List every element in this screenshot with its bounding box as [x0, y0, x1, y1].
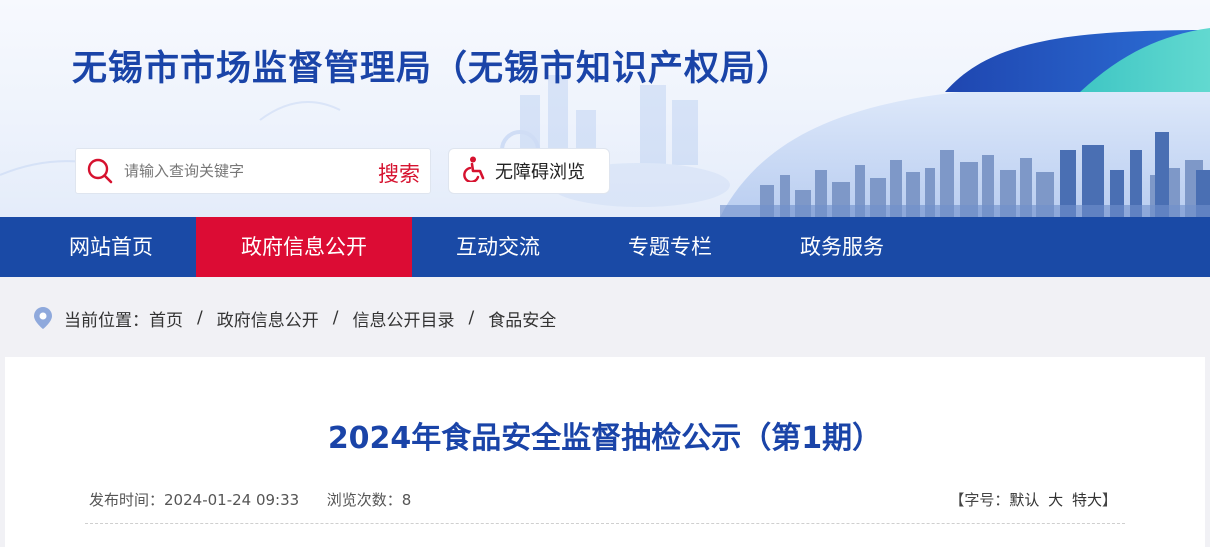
nav-item-home[interactable]: 网站首页	[66, 217, 156, 277]
views-count: 8	[401, 491, 412, 509]
breadcrumb-separator: /	[468, 308, 475, 328]
nav-item-services[interactable]: 政务服务	[796, 217, 888, 277]
nav-item-gov-info[interactable]: 政府信息公开	[196, 217, 412, 277]
breadcrumb-prefix: 当前位置：	[64, 310, 149, 331]
main-nav: 网站首页 政府信息公开 互动交流 专题专栏 政务服务	[0, 217, 1210, 277]
search-input[interactable]	[124, 151, 364, 191]
article-title: 2024年食品安全监督抽检公示（第1期）	[327, 421, 883, 456]
search-button[interactable]: 搜索	[378, 158, 420, 188]
meta-divider	[85, 523, 1125, 524]
breadcrumb-catalog[interactable]: 信息公开目录	[352, 306, 454, 331]
breadcrumb-separator: /	[197, 308, 203, 328]
site-title: 无锡市市场监督管理局（无锡市知识产权局）	[72, 49, 793, 89]
font-default-button[interactable]: 默认	[1009, 491, 1039, 509]
breadcrumb-food-safety[interactable]: 食品安全	[488, 306, 556, 331]
font-size-prefix: 【字号：	[949, 491, 1010, 509]
font-size-suffix: 】	[1101, 491, 1117, 509]
nav-item-topics[interactable]: 专题专栏	[624, 217, 716, 277]
accessibility-button[interactable]: 无障碍浏览	[448, 148, 610, 194]
breadcrumb-gov-info[interactable]: 政府信息公开	[217, 306, 319, 331]
breadcrumb-home[interactable]: 首页	[149, 306, 183, 331]
font-xlarge-button[interactable]: 特大	[1072, 491, 1102, 509]
views-label: 浏览次数：	[326, 491, 402, 509]
publish-label: 发布时间：	[89, 491, 165, 509]
header-banner: 无锡市市场监督管理局（无锡市知识产权局） 搜索 无障碍浏览	[0, 0, 1210, 217]
breadcrumb-separator: /	[332, 308, 339, 328]
nav-item-interaction[interactable]: 互动交流	[452, 217, 544, 277]
search-icon	[76, 149, 124, 193]
accessibility-label: 无障碍浏览	[495, 162, 585, 183]
breadcrumb: 当前位置： 首页 / 政府信息公开 / 信息公开目录 / 食品安全	[34, 305, 556, 331]
font-large-button[interactable]: 大	[1048, 491, 1063, 509]
article-panel: 2024年食品安全监督抽检公示（第1期） 发布时间：2024-01-24 09:…	[5, 357, 1205, 547]
publish-time: 2024-01-24 09:33	[164, 491, 300, 509]
location-pin-icon	[34, 307, 52, 329]
wheelchair-icon	[463, 156, 487, 186]
article-meta: 发布时间：2024-01-24 09:33 浏览次数：8	[89, 489, 411, 510]
font-size-switcher: 【字号：默认 大 特大】	[949, 489, 1117, 510]
search-box: 搜索	[75, 148, 431, 194]
